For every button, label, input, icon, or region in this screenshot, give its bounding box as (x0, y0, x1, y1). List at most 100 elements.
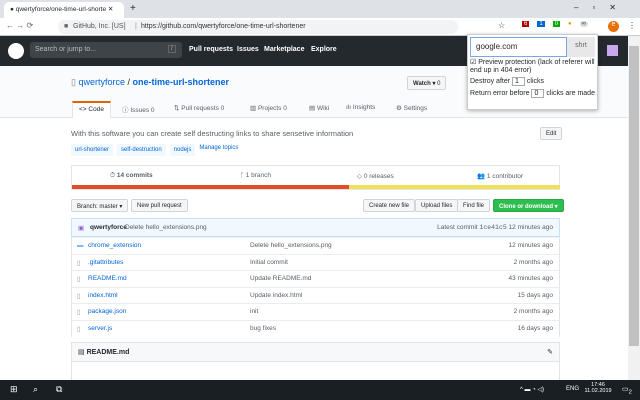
clock[interactable]: 17:46 11.02.2019 (582, 382, 614, 394)
file-icon: ▯ (77, 292, 81, 300)
task-view-icon[interactable]: ⧉ (56, 384, 62, 395)
file-row[interactable]: ▯ server.js bug fixes 16 days ago (71, 319, 560, 337)
manage-topics-link[interactable]: Manage topics (199, 144, 238, 156)
stat: 0 releases (363, 173, 394, 180)
label: Return error before (470, 90, 530, 97)
search-icon[interactable]: ⌕ (33, 384, 38, 395)
new-tab-button[interactable]: + (130, 3, 136, 14)
language-indicator[interactable]: ENG (566, 386, 579, 392)
create-file-button[interactable]: Create new file (363, 199, 416, 212)
tab-projects[interactable]: ▥ Projects 0 (244, 101, 293, 118)
file-name-link[interactable]: README.md (88, 275, 127, 282)
topic-tag[interactable]: url-shortener (71, 144, 114, 156)
commit-message-link[interactable]: Update README.md (250, 275, 311, 282)
windows-start-icon[interactable]: ⊞ (10, 384, 18, 395)
file-row[interactable]: ▯ index.html Update index.html 15 days a… (71, 286, 560, 304)
browser-tab[interactable]: ● qwertyforce/one-time-url-shorte ✕ (4, 2, 124, 18)
shorten-button[interactable]: shrt (567, 37, 595, 57)
extension-icons[interactable]: 6 1 0 ● ∞ (522, 21, 588, 27)
tab-count: 0 (220, 105, 225, 112)
ext-icon[interactable]: 6 (522, 21, 530, 27)
contributors-link[interactable]: 👥 1 contributor (477, 172, 523, 180)
destroy-clicks-input[interactable]: 1 (512, 77, 525, 86)
new-pull-request-button[interactable]: New pull request (131, 199, 188, 212)
language-bar-html[interactable] (72, 185, 349, 189)
link-icon[interactable]: ∞ (579, 21, 588, 27)
repo-description: With this software you can create self d… (71, 129, 354, 138)
edit-pencil-icon[interactable]: ✎ (547, 348, 553, 356)
commit-message-link[interactable]: Initial commit (250, 259, 288, 266)
notifications-icon[interactable]: ▭2 (622, 385, 632, 395)
file-name-link[interactable]: index.html (88, 292, 118, 299)
branch-select[interactable]: Branch: master ▾ (71, 199, 129, 212)
user-avatar[interactable] (607, 45, 618, 56)
commit-message-link[interactable]: init (250, 308, 258, 315)
scroll-thumb[interactable] (629, 46, 639, 346)
nav-explore[interactable]: Explore (311, 46, 337, 53)
url[interactable]: https://github.com/qwertyforce/one-time-… (141, 23, 306, 31)
preview-checkbox[interactable]: ☑ (470, 59, 476, 66)
close-tab-icon[interactable]: ✕ (108, 6, 113, 13)
return-error-input[interactable]: 0 (531, 89, 545, 98)
tab-code[interactable]: <> Code (72, 101, 111, 118)
search-placeholder[interactable]: Search or jump to... (35, 46, 96, 54)
topic-tag[interactable]: self-destruction (117, 144, 166, 156)
tab-issues[interactable]: ⓘ Issues 0 (116, 101, 161, 118)
file-name-link[interactable]: .gitattributes (88, 259, 123, 266)
ext-icon[interactable]: 0 (552, 21, 561, 27)
site-identity[interactable]: GitHub, Inc. [US] (73, 23, 126, 31)
tab-settings[interactable]: ⚙ Settings (390, 101, 433, 118)
label: Destroy after (470, 78, 511, 85)
menu-icon[interactable]: ⋮ (628, 21, 636, 30)
tab-pull-requests[interactable]: ⇅ Pull requests 0 (168, 101, 230, 118)
upload-files-button[interactable]: Upload files (415, 199, 459, 212)
edit-button[interactable]: Edit (540, 127, 563, 140)
file-name-link[interactable]: chrome_extension (88, 242, 141, 249)
commit-author[interactable]: qwertyforce (90, 224, 127, 231)
commits-link[interactable]: ⏱ 14 commits (110, 172, 153, 180)
language-bar-js[interactable] (349, 185, 560, 189)
repo-name-link[interactable]: one-time-url-shortener (133, 77, 230, 87)
repo-title: ▯ qwertyforce / one-time-url-shortener (71, 77, 229, 88)
file-row[interactable]: ▯ package.json init 2 months ago (71, 303, 560, 320)
nav-buttons[interactable]: ← → ⟳ (6, 21, 33, 30)
scrollbar[interactable] (628, 36, 640, 380)
nav-issues[interactable]: Issues (237, 46, 259, 53)
file-name-link[interactable]: server.js (88, 325, 112, 332)
ext-icon[interactable]: 1 (537, 21, 545, 27)
topic-tag[interactable]: nodejs (169, 144, 196, 156)
repo-owner-link[interactable]: qwertyforce (78, 77, 125, 87)
releases-link[interactable]: ◇ 0 releases (357, 172, 394, 180)
file-row[interactable]: ▯ .gitattributes Initial commit 2 months… (71, 253, 560, 271)
lock-icon[interactable]: ■ (64, 23, 68, 31)
commit-message-link[interactable]: Delete hello_extensions.png (250, 242, 332, 249)
tab-insights[interactable]: ılı Insights (340, 101, 381, 118)
watch-button[interactable]: Watch ▾ 0 (407, 76, 447, 90)
clone-download-button[interactable]: Clone or download ▾ (493, 199, 564, 212)
profile-avatar[interactable]: e (608, 21, 619, 32)
window-controls[interactable]: –▫✕ (574, 3, 630, 12)
commit-message-link[interactable]: bug fixes (250, 325, 276, 332)
file-row[interactable]: ▬ chrome_extension Delete hello_extensio… (71, 237, 560, 254)
url-input[interactable]: google.com (470, 37, 567, 57)
tab-wiki[interactable]: ▤ Wiki (303, 101, 335, 118)
tray-icons[interactable]: ^ ▬ ◔ ◁) (520, 386, 544, 393)
nav-pull-requests[interactable]: Pull requests (189, 46, 233, 53)
commit-message-link[interactable]: Update index.html (250, 292, 302, 299)
github-logo-icon[interactable] (8, 43, 24, 59)
file-icon: ▯ (77, 259, 81, 267)
find-file-button[interactable]: Find file (457, 199, 491, 212)
branches-link[interactable]: ᚴ 1 branch (240, 172, 271, 179)
file-age: 12 minutes ago (508, 242, 553, 249)
commit-message[interactable]: Delete hello_extensions.png (125, 224, 207, 231)
file-icon: ▯ (77, 325, 81, 333)
cookie-icon[interactable]: ● (568, 21, 572, 27)
file-icon: ▯ (77, 276, 81, 283)
file-row[interactable]: ▯ README.md Update README.md 43 minutes … (71, 270, 560, 287)
folder-icon: ▬ (77, 242, 84, 249)
tab-count: 0 (150, 107, 155, 114)
star-icon[interactable]: ☆ (498, 21, 505, 30)
nav-marketplace[interactable]: Marketplace (264, 46, 304, 53)
file-name-link[interactable]: package.json (88, 308, 126, 315)
commit-sha[interactable]: 1ce41c5 (479, 224, 506, 231)
